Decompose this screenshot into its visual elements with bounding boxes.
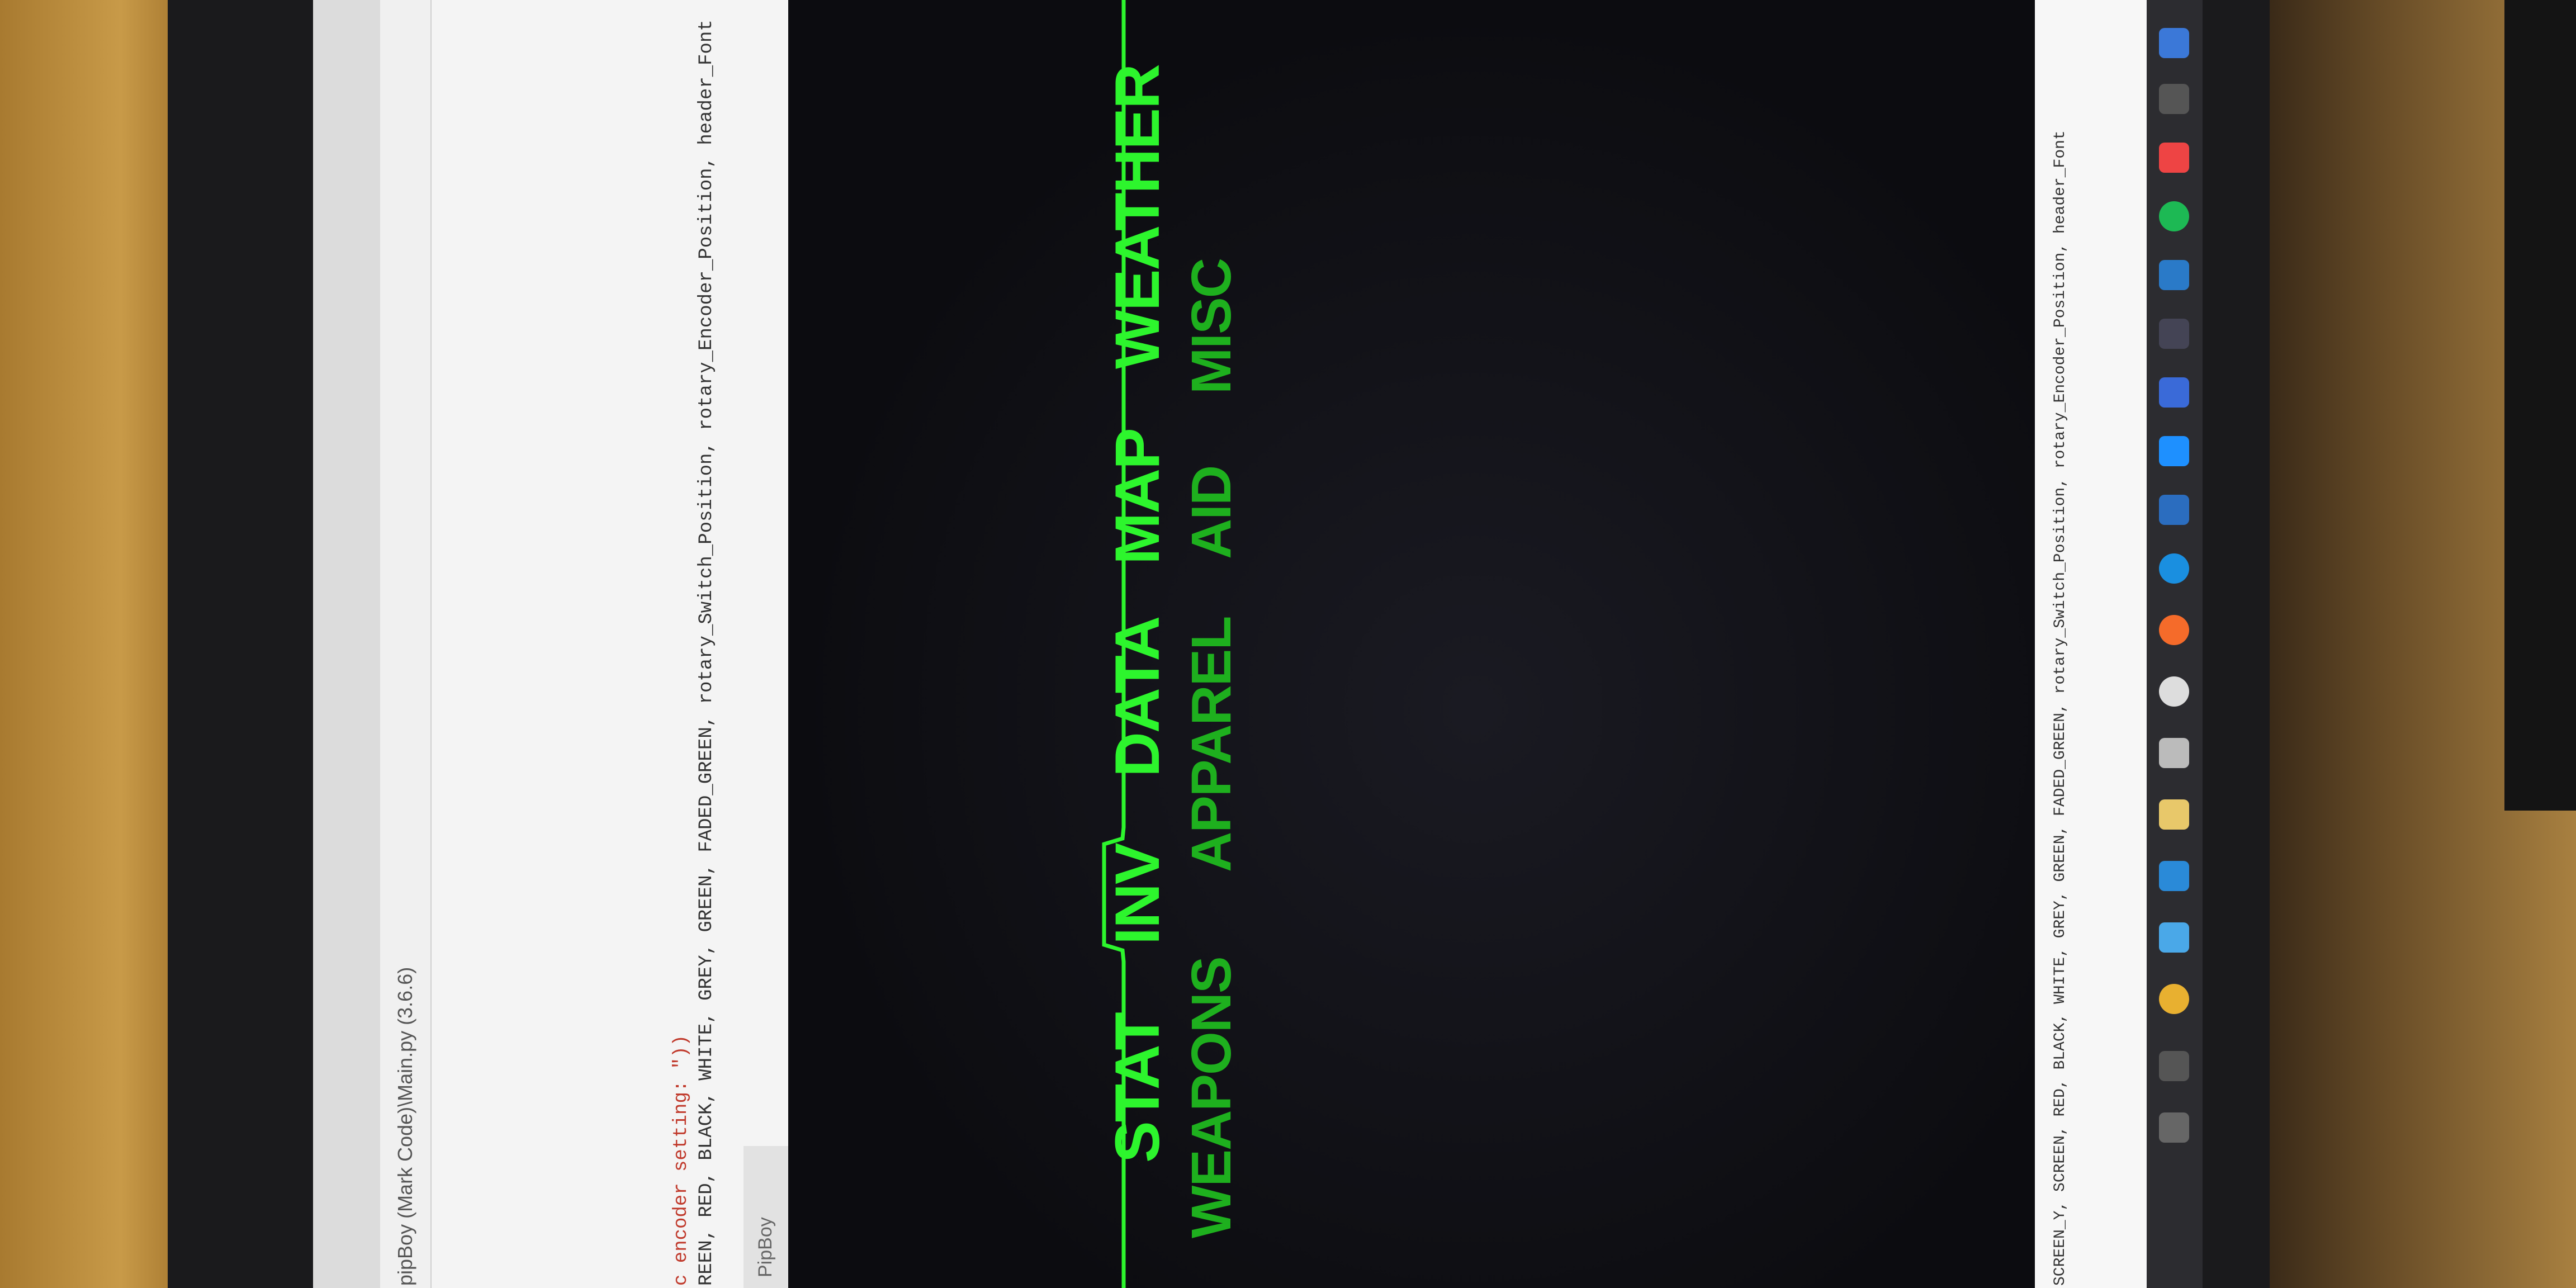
editor-gutter [313,0,380,1288]
app-icon-6[interactable] [2159,922,2189,953]
code-line: c encoder setting: ")) [671,1035,692,1286]
user-icon[interactable] [2159,738,2189,768]
subtab-weapons[interactable]: WEAPONS [1180,957,1244,1238]
subtab-misc[interactable]: MISC [1180,259,1244,394]
tab-weather[interactable]: WEATHER [1101,65,1173,369]
app-icon[interactable] [2159,260,2189,290]
editor-title: pipBoy (Mark Code)\Main.py (3.6.6) [394,967,416,1286]
app-icon-5[interactable] [2159,861,2189,891]
edge-icon[interactable] [2159,28,2189,58]
app-icon-4[interactable] [2159,799,2189,830]
monitor-screen: pipBoy (Mark Code)\Main.py (3.6.6) c enc… [313,0,2158,1288]
pipboy-window-label: PipBoy [755,1217,776,1277]
app-icon-3[interactable] [2159,377,2189,408]
chrome-icon[interactable] [2159,984,2189,1014]
task-view-icon[interactable] [2159,1051,2189,1081]
tab-data[interactable]: DATA [1101,617,1173,777]
xbox-icon[interactable] [2159,676,2189,707]
code-line: REEN, RED, BLACK, WHITE, GREY, GREEN, FA… [696,20,717,1286]
tab-inv[interactable]: INV [1101,844,1173,945]
search-icon[interactable] [2159,1112,2189,1143]
subtab-apparel[interactable]: APPAREL [1180,617,1244,872]
origin-icon[interactable] [2159,615,2189,645]
pipboy-window[interactable]: STAT INV DATA MAP WEATHER WEAPONS APPARE… [788,0,2035,1288]
app-icon-2[interactable] [2159,319,2189,349]
steam-icon[interactable] [2159,84,2189,114]
tab-map[interactable]: MAP [1101,429,1173,565]
editor-titlebar[interactable]: pipBoy (Mark Code)\Main.py (3.6.6) [380,0,432,1288]
editor-window[interactable]: pipBoy (Mark Code)\Main.py (3.6.6) c enc… [313,0,788,1288]
subtab-aid[interactable]: AID [1180,466,1244,559]
edge-browser-icon[interactable] [2159,553,2189,584]
pipboy-window-tab[interactable]: PipBoy [744,1146,788,1288]
code-line: SCREEN_Y, SCREEN, RED, BLACK, WHITE, GRE… [2052,130,2069,1286]
spotify-icon[interactable] [2159,201,2189,231]
pipboy-frame [1102,0,1126,1288]
steam-icon-2[interactable] [2159,495,2189,525]
code-pane-right[interactable]: SCREEN_Y, SCREEN, RED, BLACK, WHITE, GRE… [2035,0,2158,1288]
monitor-stand [2504,0,2576,811]
taskbar [2147,0,2203,1288]
dropbox-icon[interactable] [2159,436,2189,466]
pdf-icon[interactable] [2159,143,2189,173]
tab-stat[interactable]: STAT [1101,1013,1173,1163]
